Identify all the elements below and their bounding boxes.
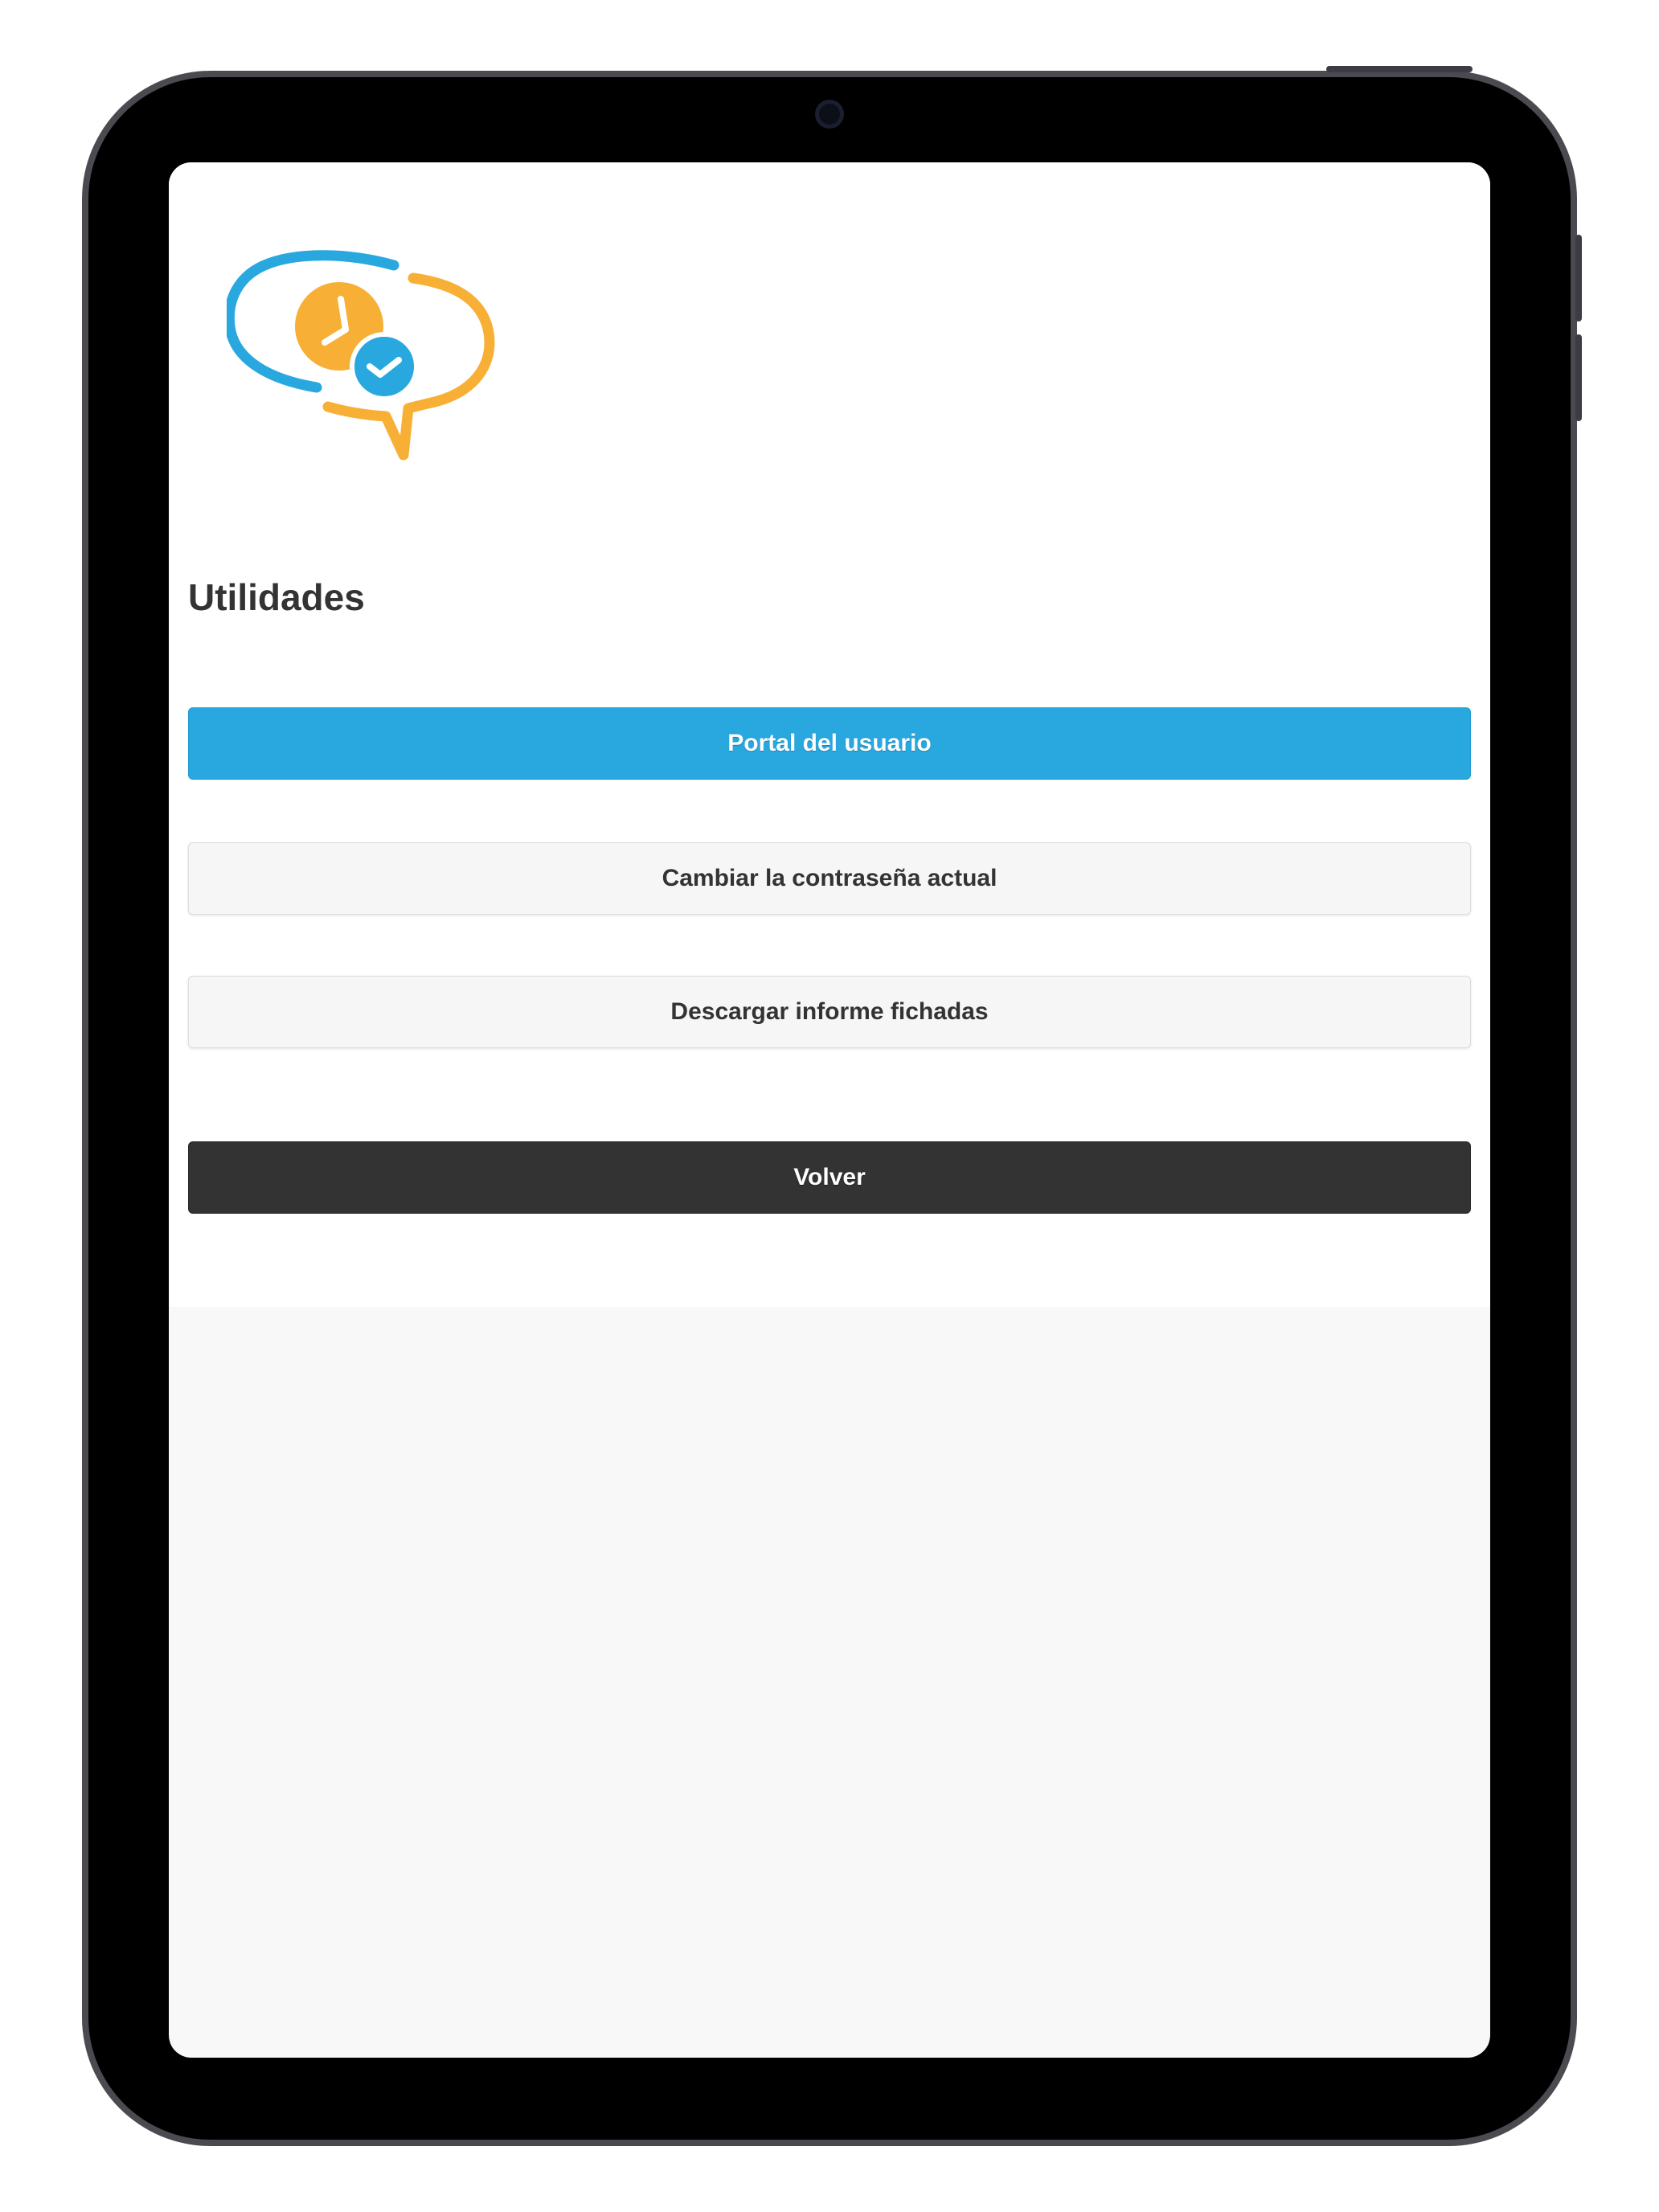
volume-up-button [1575, 235, 1582, 322]
change-password-button[interactable]: Cambiar la contraseña actual [188, 842, 1471, 915]
power-button [1326, 66, 1473, 72]
back-label: Volver [793, 1164, 866, 1190]
download-report-label: Descargar informe fichadas [670, 998, 989, 1025]
tablet-screen: Utilidades Portal del usuario Cambiar la… [169, 162, 1490, 2058]
front-camera [815, 100, 844, 129]
page-title: Utilidades [188, 576, 365, 618]
change-password-label: Cambiar la contraseña actual [662, 865, 997, 891]
user-portal-label: Portal del usuario [727, 730, 932, 756]
clock-check-logo-icon [227, 250, 495, 461]
volume-down-button [1575, 334, 1582, 421]
utilities-page: Utilidades Portal del usuario Cambiar la… [169, 162, 1490, 1307]
download-report-button[interactable]: Descargar informe fichadas [188, 976, 1471, 1048]
user-portal-button[interactable]: Portal del usuario [188, 707, 1471, 780]
back-button[interactable]: Volver [188, 1141, 1471, 1214]
